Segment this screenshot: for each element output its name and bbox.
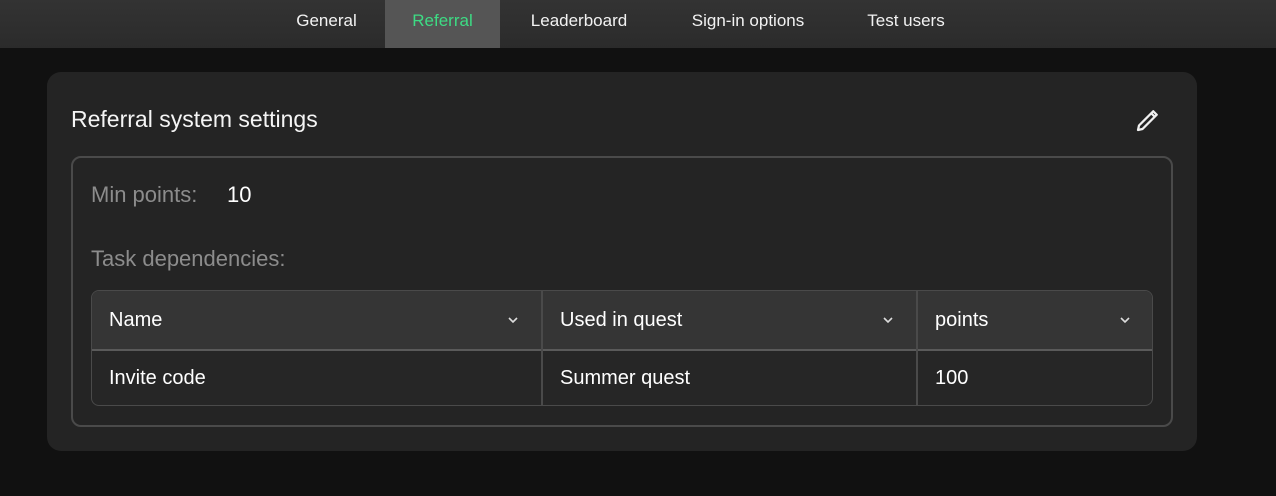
pencil-icon <box>1136 110 1158 132</box>
cell-text: 100 <box>935 367 969 389</box>
min-points-label: Min points: <box>91 182 198 207</box>
top-tab-bar: General Referral Leaderboard Sign-in opt… <box>0 0 1276 48</box>
table-header: Name Used in quest points <box>92 291 1152 351</box>
column-header-label: points <box>935 309 989 331</box>
column-divider <box>916 291 918 405</box>
edit-button[interactable] <box>1133 105 1163 135</box>
tab-referral[interactable]: Referral <box>385 0 500 48</box>
table-cell-name: Invite code <box>92 351 541 405</box>
chevron-down-icon <box>883 317 893 324</box>
column-header-label: Name <box>109 309 163 331</box>
tab-general[interactable]: General <box>270 0 383 48</box>
settings-panel: Min points: 10 Task dependencies: Name U… <box>71 156 1173 427</box>
column-header-points[interactable]: points <box>918 291 1152 349</box>
table-cell-used-in-quest: Summer quest <box>543 351 916 405</box>
referral-settings-card: Referral system settings Min points: 10 … <box>47 72 1197 451</box>
card-title: Referral system settings <box>71 106 318 132</box>
column-header-name[interactable]: Name <box>92 291 541 349</box>
column-header-used-in-quest[interactable]: Used in quest <box>543 291 916 349</box>
task-dependencies-label: Task dependencies: <box>91 246 286 271</box>
table-cell-points: 100 <box>918 351 1152 405</box>
tab-test-users[interactable]: Test users <box>840 0 972 48</box>
tab-sign-in-options[interactable]: Sign-in options <box>658 0 838 48</box>
chevron-down-icon <box>508 317 518 324</box>
task-dependencies-table: Name Used in quest points Invite code Su… <box>91 290 1153 406</box>
column-divider <box>541 291 543 405</box>
cell-text: Invite code <box>109 367 206 389</box>
chevron-down-icon <box>1120 317 1130 324</box>
cell-text: Summer quest <box>560 367 691 389</box>
tab-leaderboard[interactable]: Leaderboard <box>502 0 656 48</box>
min-points-value: 10 <box>227 182 252 207</box>
column-header-label: Used in quest <box>560 309 683 331</box>
